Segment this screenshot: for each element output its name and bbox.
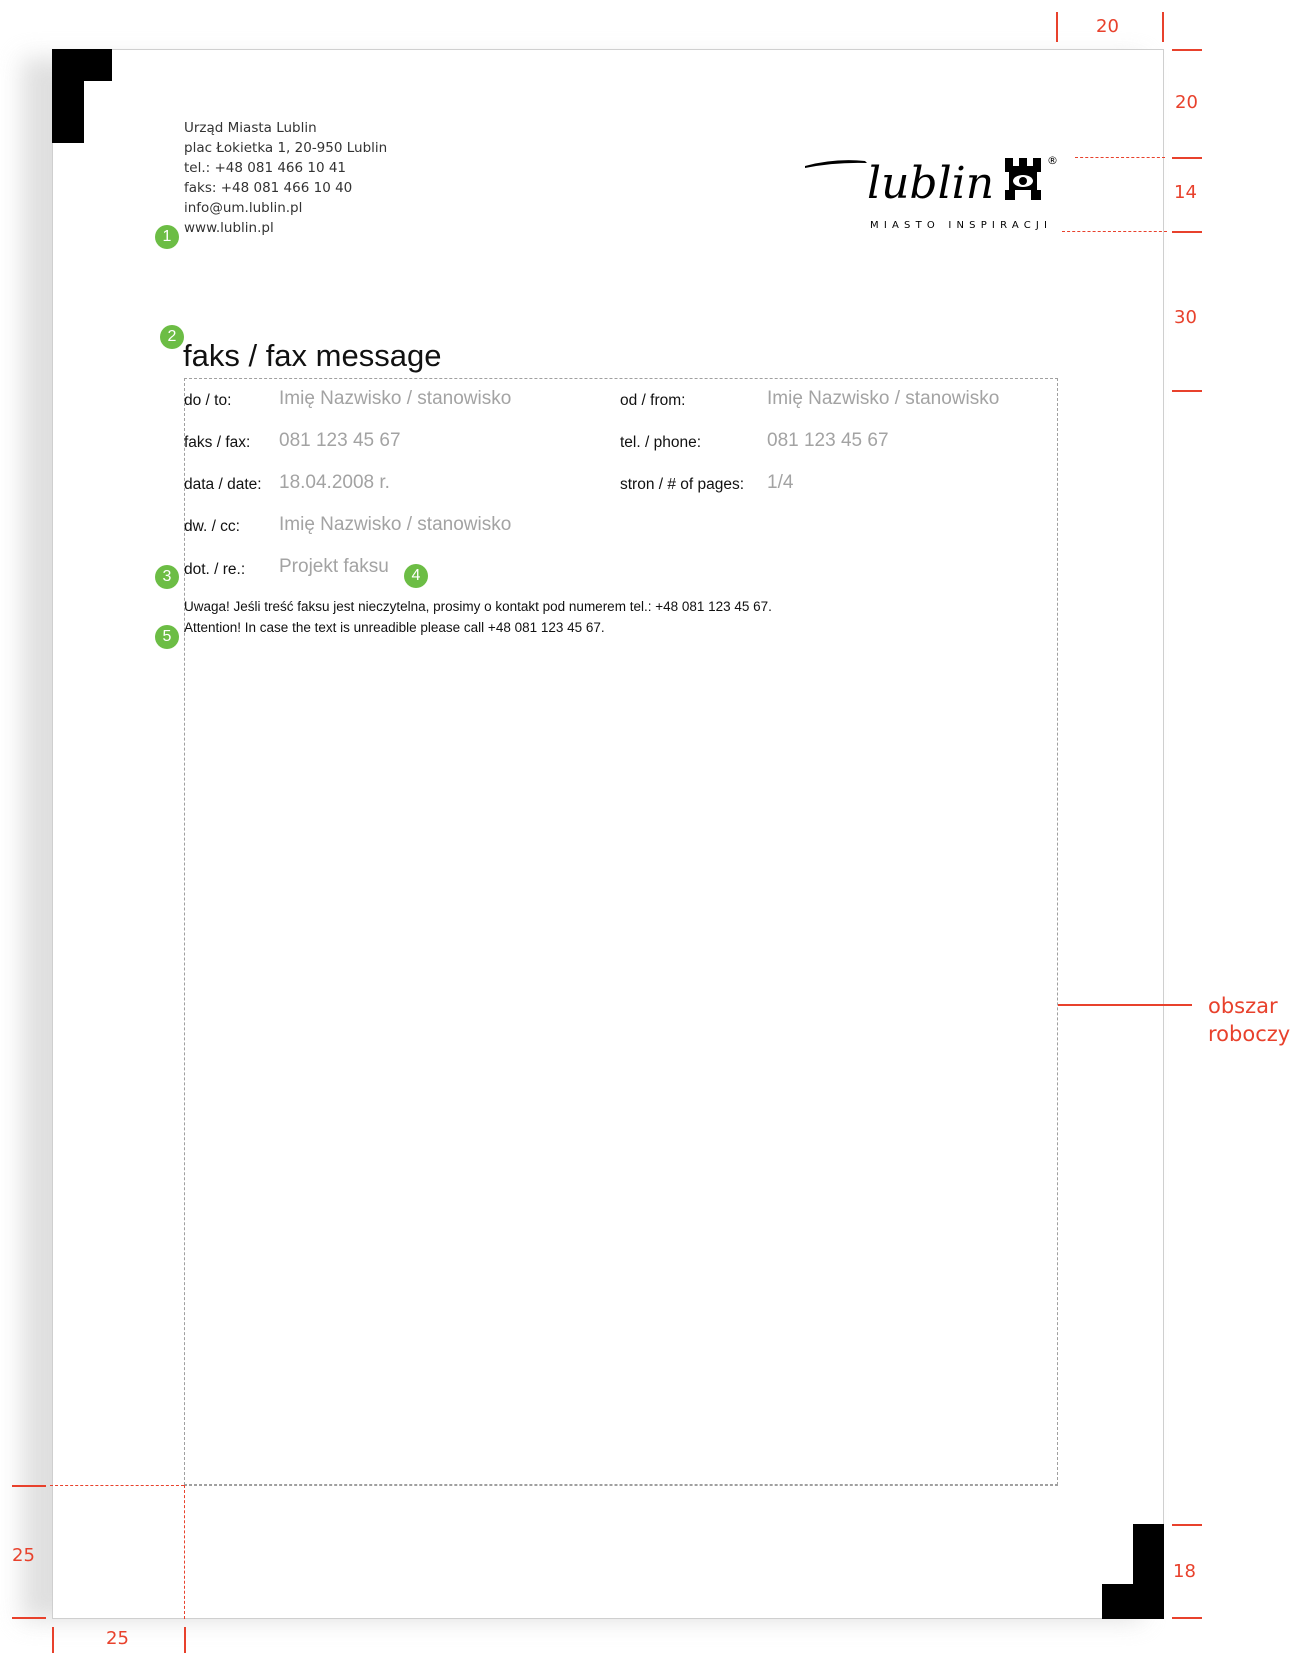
dim-tick (1172, 1524, 1202, 1526)
lublin-logo: lublin ® MIASTO INSPIRACJI (805, 154, 1058, 231)
logo-swash (805, 160, 867, 168)
dim-tick (1172, 231, 1202, 233)
dim-guide (50, 1485, 184, 1486)
working-area-leader (1058, 1004, 1192, 1006)
from-label: od / from: (620, 392, 686, 409)
pages-label: stron / # of pages: (620, 476, 745, 493)
sender-address: Urząd Miasta Lublin plac Łokietka 1, 20-… (184, 118, 387, 238)
address-line-phone: tel.: +48 081 466 10 41 (184, 160, 347, 176)
fax-label: faks / fax: (184, 434, 251, 451)
dim-guide (1062, 231, 1167, 232)
working-area-bottom (184, 1485, 1058, 1486)
marker-3: 3 (155, 565, 179, 589)
marker-1: 1 (155, 225, 179, 249)
registered-mark: ® (1047, 154, 1058, 167)
dim-guide (184, 1485, 185, 1619)
re-field[interactable]: Projekt faksu (279, 556, 389, 578)
date-field[interactable]: 18.04.2008 r. (279, 472, 390, 494)
notice-english: Attention! In case the text is unreadibl… (184, 620, 605, 635)
fax-field[interactable]: 081 123 45 67 (279, 430, 401, 452)
dim-tick (12, 1617, 46, 1619)
address-line-street: plac Łokietka 1, 20-950 Lublin (184, 140, 388, 156)
dim-tick (1162, 12, 1164, 42)
address-line-website: www.lublin.pl (184, 220, 274, 236)
cc-label: dw. / cc: (184, 518, 240, 535)
working-area (184, 378, 1058, 1485)
from-field[interactable]: Imię Nazwisko / stanowisko (767, 388, 999, 410)
crop-mark-top-left-stem (52, 49, 84, 143)
crop-mark-bottom-right-stem (1133, 1524, 1164, 1619)
dim-tick (52, 1627, 54, 1653)
dim-tick (1172, 49, 1202, 51)
dim-tick (1172, 157, 1202, 159)
marker-2: 2 (160, 325, 184, 349)
cc-field[interactable]: Imię Nazwisko / stanowisko (279, 514, 511, 536)
address-line-email: info@um.lublin.pl (184, 200, 303, 216)
dim-top-margin: 20 (1096, 16, 1119, 37)
address-line-office: Urząd Miasta Lublin (184, 120, 317, 136)
dim-logo-height: 14 (1174, 182, 1197, 203)
dim-bottom-right: 18 (1173, 1561, 1196, 1582)
re-label: dot. / re.: (184, 561, 246, 578)
date-label: data / date: (184, 476, 262, 493)
dim-tick (184, 1627, 186, 1653)
dim-tick (1172, 1617, 1202, 1619)
pages-field[interactable]: 1/4 (767, 472, 793, 494)
dim-tick (1056, 12, 1058, 42)
dim-bottom-margin: 25 (12, 1545, 35, 1566)
castle-gate-icon (1005, 158, 1041, 200)
marker-5: 5 (155, 625, 179, 649)
phone-field[interactable]: 081 123 45 67 (767, 430, 889, 452)
dim-guide (1075, 157, 1165, 158)
dim-left-margin: 25 (106, 1628, 129, 1649)
logo-wordmark: lublin (867, 158, 994, 209)
document-title: faks / fax message (183, 338, 442, 373)
phone-label: tel. / phone: (620, 434, 702, 451)
marker-4: 4 (404, 564, 428, 588)
dim-tick (12, 1485, 46, 1487)
address-line-fax: faks: +48 081 466 10 40 (184, 180, 353, 196)
to-field[interactable]: Imię Nazwisko / stanowisko (279, 388, 511, 410)
dim-right-top: 20 (1175, 92, 1198, 113)
dim-logo-gap: 30 (1174, 307, 1197, 328)
to-label: do / to: (184, 392, 232, 409)
notice-polish: Uwaga! Jeśli treść faksu jest nieczyteln… (184, 599, 772, 614)
logo-tagline: MIASTO INSPIRACJI (870, 220, 1052, 231)
dim-tick (1172, 390, 1202, 392)
working-area-label: obszar roboczy (1208, 994, 1291, 1046)
